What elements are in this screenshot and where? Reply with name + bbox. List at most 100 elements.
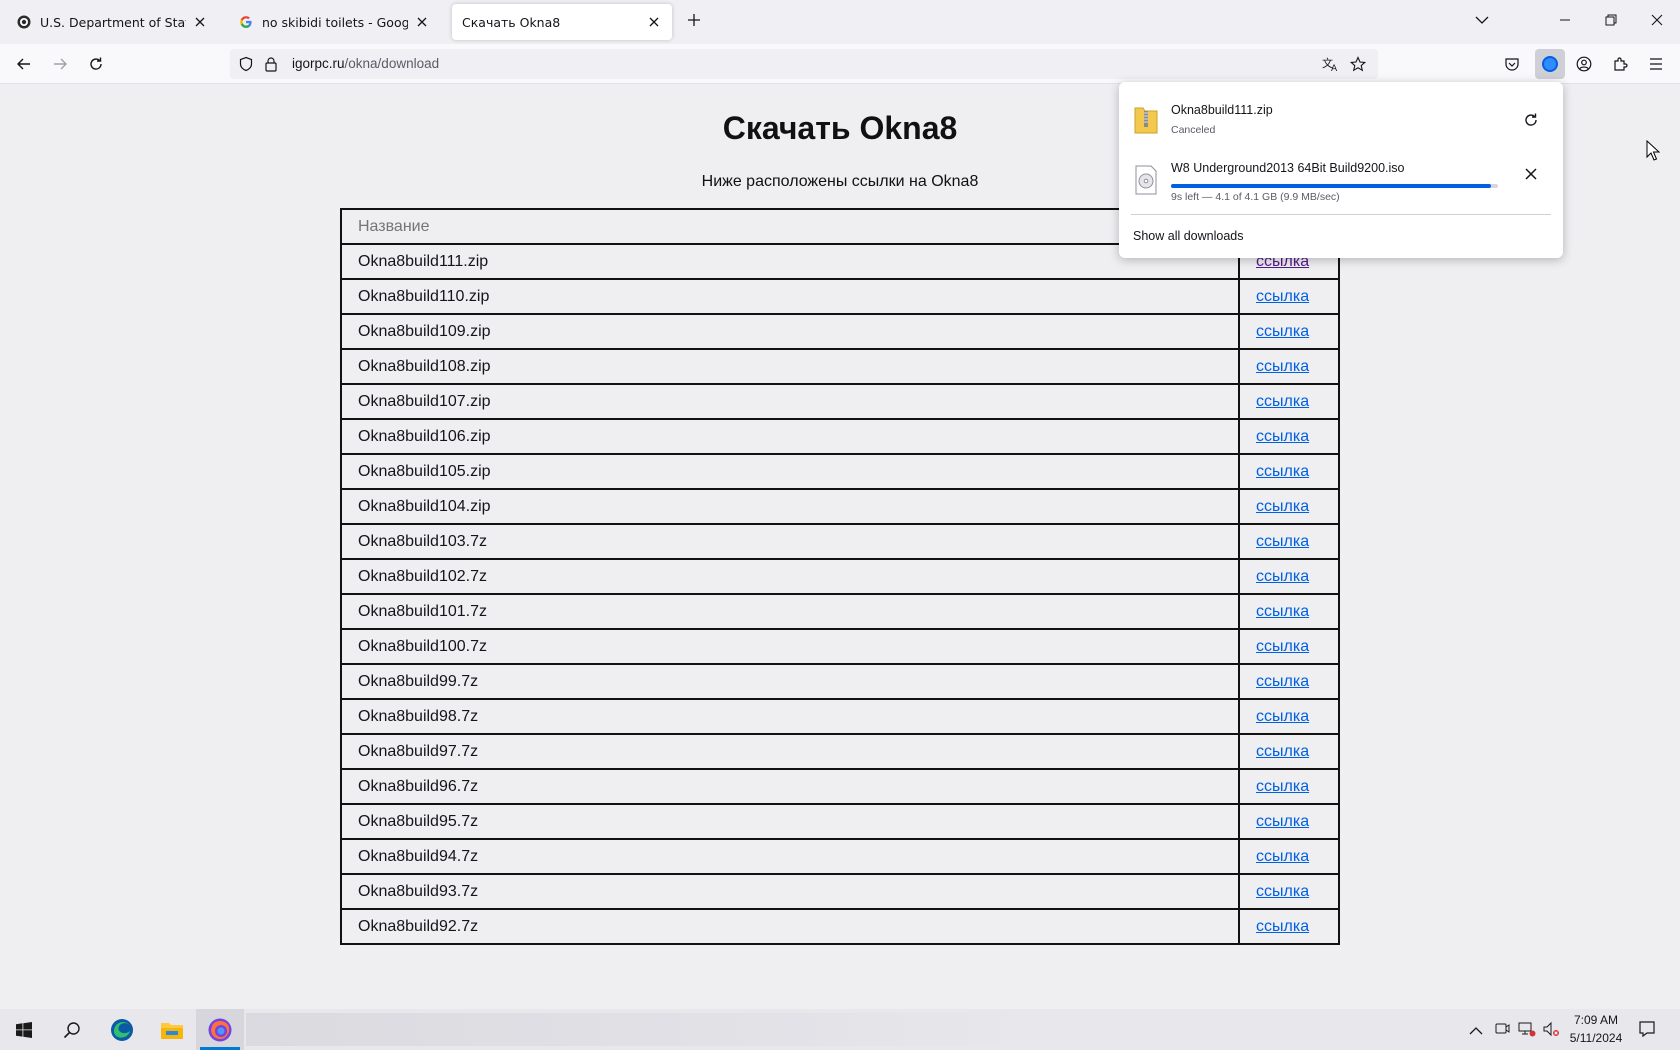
download-item-w8-underground-iso[interactable]: W8 Underground2013 64Bit Build9200.iso 9…: [1131, 154, 1551, 208]
network-icon[interactable]: [1518, 1021, 1536, 1041]
table-row: Okna8build109.zip ссылка: [340, 313, 1340, 350]
close-icon[interactable]: [646, 14, 662, 30]
table-row: Okna8build103.7z ссылка: [340, 523, 1340, 560]
link-cell: ссылка: [1238, 453, 1340, 490]
tab-google-search[interactable]: no skibidi toilets - Google Searc: [228, 4, 440, 40]
show-hidden-icons-chevron-icon[interactable]: [1469, 1021, 1483, 1040]
clock-date[interactable]: 5/11/2024: [1565, 1031, 1627, 1045]
download-link[interactable]: ссылка: [1256, 918, 1309, 935]
edge-browser-icon[interactable]: [98, 1009, 146, 1050]
link-cell: ссылка: [1238, 768, 1340, 805]
account-icon[interactable]: [1572, 52, 1596, 76]
table-row: Okna8build100.7z ссылка: [340, 628, 1340, 665]
downloads-table: Название Okna8build111.zip ссылка Okna8bui…: [340, 208, 1340, 945]
download-link[interactable]: ссылка: [1256, 463, 1309, 480]
lock-icon[interactable]: [264, 56, 278, 76]
panel-divider: [1131, 214, 1551, 215]
minimize-icon[interactable]: [1555, 10, 1575, 30]
reload-icon[interactable]: [84, 52, 108, 76]
download-link[interactable]: ссылка: [1256, 498, 1309, 515]
link-cell: ссылка: [1238, 628, 1340, 665]
download-link[interactable]: ссылка: [1256, 393, 1309, 410]
link-cell: ссылка: [1238, 803, 1340, 840]
navigation-toolbar: igorpc.ru/okna/download 文A: [0, 44, 1680, 84]
windows-taskbar: 7:09 AM 5/11/2024: [0, 1009, 1680, 1050]
download-filename: W8 Underground2013 64Bit Build9200.iso: [1171, 161, 1405, 175]
forward-arrow-icon[interactable]: [48, 52, 72, 76]
file-name-cell: Okna8build96.7z: [340, 768, 1240, 805]
disc-image-icon: [1133, 164, 1159, 196]
volume-muted-icon[interactable]: [1542, 1021, 1560, 1041]
download-link[interactable]: ссылка: [1256, 288, 1309, 305]
show-all-downloads-button[interactable]: Show all downloads: [1133, 229, 1244, 243]
link-cell: ссылка: [1238, 558, 1340, 595]
download-link[interactable]: ссылка: [1256, 638, 1309, 655]
downloads-icon[interactable]: [1535, 49, 1565, 79]
close-icon[interactable]: [414, 14, 430, 30]
extensions-puzzle-icon[interactable]: [1608, 52, 1632, 76]
close-icon[interactable]: [192, 14, 208, 30]
tab-title: U.S. Department of State Conc: [40, 14, 186, 30]
cancel-icon[interactable]: [1519, 162, 1543, 186]
bookmark-star-icon[interactable]: [1349, 56, 1367, 76]
tab-bar: U.S. Department of State Conc no skibidi…: [0, 0, 1680, 44]
tab-state-department[interactable]: U.S. Department of State Conc: [6, 4, 218, 40]
download-link[interactable]: ссылка: [1256, 848, 1309, 865]
restore-icon[interactable]: [1601, 10, 1621, 30]
file-name-cell: Okna8build111.zip: [340, 243, 1240, 280]
download-link[interactable]: ссылка: [1256, 533, 1309, 550]
link-cell: ссылка: [1238, 488, 1340, 525]
clock-time[interactable]: 7:09 AM: [1572, 1013, 1620, 1027]
download-link[interactable]: ссылка: [1256, 813, 1309, 830]
file-explorer-icon[interactable]: [148, 1009, 196, 1050]
file-name-cell: Okna8build104.zip: [340, 488, 1240, 525]
download-link[interactable]: ссылка: [1256, 743, 1309, 760]
link-cell: ссылка: [1238, 523, 1340, 560]
download-item-okna8build111[interactable]: Okna8build111.zip Canceled: [1131, 94, 1551, 148]
meet-now-icon[interactable]: [1494, 1021, 1510, 1041]
table-row: Okna8build102.7z ссылка: [340, 558, 1340, 595]
download-link[interactable]: ссылка: [1256, 673, 1309, 690]
table-row: Okna8build105.zip ссылка: [340, 453, 1340, 490]
download-link[interactable]: ссылка: [1256, 883, 1309, 900]
download-link[interactable]: ссылка: [1256, 323, 1309, 340]
list-tabs-chevron-icon[interactable]: [1472, 10, 1492, 30]
download-link[interactable]: ссылка: [1256, 603, 1309, 620]
mouse-cursor-icon: [1646, 139, 1661, 166]
file-name-cell: Okna8build105.zip: [340, 453, 1240, 490]
file-name-cell: Okna8build97.7z: [340, 733, 1240, 770]
link-cell: ссылка: [1238, 698, 1340, 735]
link-cell: ссылка: [1238, 418, 1340, 455]
search-icon[interactable]: [48, 1009, 96, 1050]
translate-icon[interactable]: 文A: [1322, 56, 1340, 76]
file-name-cell: Okna8build107.zip: [340, 383, 1240, 420]
menu-hamburger-icon[interactable]: [1644, 52, 1668, 76]
notifications-icon[interactable]: [1638, 1020, 1656, 1042]
taskbar-blur-area: [246, 1013, 1046, 1046]
file-name-cell: Okna8build101.7z: [340, 593, 1240, 630]
retry-icon[interactable]: [1519, 108, 1543, 132]
downloads-panel: Okna8build111.zip Canceled W8 Undergroun…: [1119, 82, 1563, 258]
download-link[interactable]: ссылка: [1256, 358, 1309, 375]
url-text[interactable]: igorpc.ru/okna/download: [292, 56, 439, 71]
download-link[interactable]: ссылка: [1256, 568, 1309, 585]
google-icon: [238, 14, 254, 30]
link-cell: ссылка: [1238, 873, 1340, 910]
download-progress-bar: [1171, 184, 1498, 188]
address-bar[interactable]: igorpc.ru/okna/download 文A: [230, 49, 1378, 79]
link-cell: ссылка: [1238, 733, 1340, 770]
firefox-icon[interactable]: [196, 1009, 244, 1050]
windows-start-icon[interactable]: [0, 1009, 48, 1050]
new-tab-icon[interactable]: [684, 10, 704, 30]
download-link[interactable]: ссылка: [1256, 778, 1309, 795]
download-link[interactable]: ссылка: [1256, 428, 1309, 445]
download-link[interactable]: ссылка: [1256, 708, 1309, 725]
tracking-shield-icon[interactable]: [238, 56, 254, 76]
pocket-icon[interactable]: [1500, 52, 1524, 76]
back-arrow-icon[interactable]: [12, 52, 36, 76]
table-body: Okna8build111.zip ссылка Okna8build110.zip…: [340, 243, 1340, 945]
close-window-icon[interactable]: [1647, 10, 1667, 30]
file-name-cell: Okna8build102.7z: [340, 558, 1240, 595]
tab-okna8-download[interactable]: Скачать Okna8: [452, 4, 672, 40]
link-cell: ссылка: [1238, 278, 1340, 315]
